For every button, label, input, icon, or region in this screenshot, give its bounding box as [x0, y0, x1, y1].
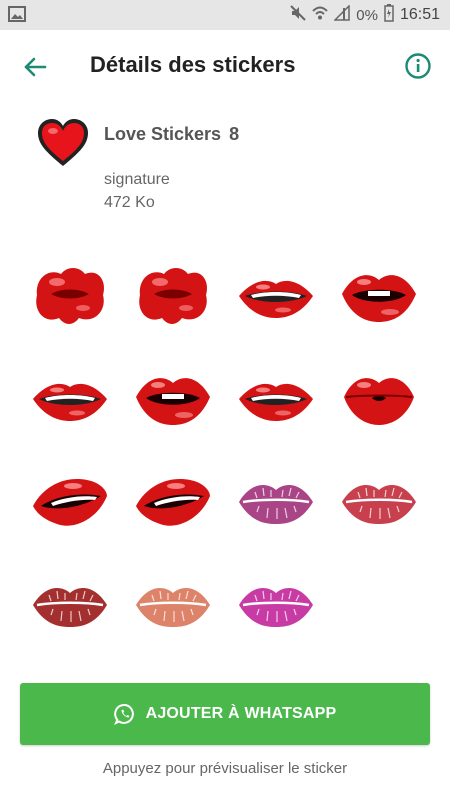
lips-sticker-image	[32, 383, 107, 421]
sticker-count: 8	[229, 124, 240, 144]
lips-sticker-image	[32, 587, 107, 627]
sticker-11[interactable]	[224, 449, 327, 552]
battery-icon	[384, 4, 394, 26]
whatsapp-icon	[113, 703, 134, 725]
lips-sticker-image	[135, 587, 210, 627]
sticker-14[interactable]	[121, 552, 224, 655]
lips-sticker-image	[35, 267, 104, 324]
sticker-4[interactable]	[327, 243, 430, 346]
lips-sticker-image	[135, 478, 210, 526]
pack-size: 472 Ko	[104, 194, 155, 211]
sticker-7[interactable]	[224, 346, 327, 449]
pack-author: signature	[104, 171, 170, 188]
lips-sticker-image	[238, 587, 313, 627]
clock: 16:51	[399, 6, 440, 23]
sticker-6[interactable]	[121, 346, 224, 449]
arrow-left-icon	[24, 57, 47, 77]
lips-sticker-image	[343, 377, 414, 425]
info-icon	[405, 53, 431, 79]
wifi-icon	[312, 5, 328, 25]
sticker-8[interactable]	[327, 346, 430, 449]
pack-title: Love Stickers	[104, 124, 222, 144]
sticker-15[interactable]	[224, 552, 327, 655]
pack-name: Love Stickers 8	[104, 124, 239, 145]
sticker-13[interactable]	[18, 552, 121, 655]
lips-sticker-image	[238, 484, 313, 524]
lips-sticker-image	[135, 377, 210, 425]
heart-icon	[38, 119, 88, 166]
lips-sticker-image	[238, 383, 313, 421]
app-bar: Détails des stickers	[0, 30, 450, 102]
sticker-5[interactable]	[18, 346, 121, 449]
info-button[interactable]	[404, 52, 432, 80]
lips-sticker-image	[341, 274, 416, 322]
add-button-label: AJOUTER À WHATSAPP	[145, 705, 337, 722]
signal-icon	[333, 4, 351, 25]
preview-hint: Appuyez pour prévisualiser le sticker	[102, 760, 348, 777]
back-button[interactable]	[20, 52, 50, 82]
lips-sticker-image	[138, 267, 207, 324]
page-title: Détails des stickers	[90, 52, 296, 77]
sticker-1[interactable]	[18, 243, 121, 346]
sticker-2[interactable]	[121, 243, 224, 346]
mute-icon	[290, 5, 306, 25]
lips-sticker-image	[32, 478, 107, 526]
sticker-grid	[18, 243, 432, 655]
sticker-10[interactable]	[121, 449, 224, 552]
image-notification-icon	[8, 6, 26, 27]
status-bar: 0% 16:51	[0, 0, 450, 30]
lips-sticker-image	[238, 280, 313, 318]
sticker-12[interactable]	[327, 449, 430, 552]
lips-sticker-image	[341, 484, 416, 524]
pack-tray-icon	[36, 116, 90, 170]
battery-percent: 0%	[356, 6, 378, 24]
sticker-9[interactable]	[18, 449, 121, 552]
add-to-whatsapp-button[interactable]: AJOUTER À WHATSAPP	[20, 683, 430, 745]
sticker-3[interactable]	[224, 243, 327, 346]
